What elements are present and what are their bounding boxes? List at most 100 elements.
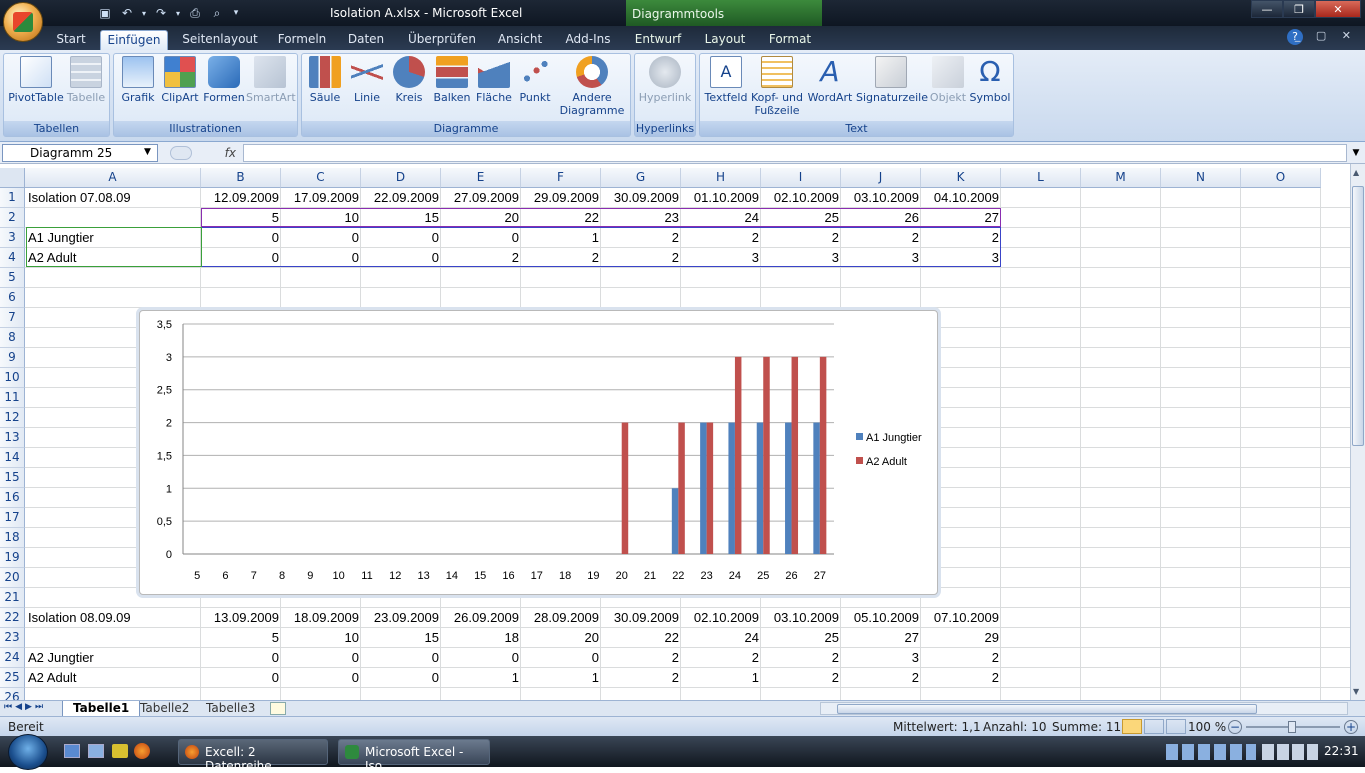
header-footer-button[interactable]: Kopf- und Fußzeile — [750, 56, 804, 117]
select-all-corner[interactable] — [0, 168, 25, 188]
sheet-tab-tabelle3[interactable]: Tabelle3 — [196, 701, 265, 717]
page-break-view-icon[interactable] — [1166, 719, 1186, 734]
cell-A25[interactable]: A2 Adult — [25, 668, 201, 688]
row-header-24[interactable]: 24 — [0, 648, 25, 668]
customize-qat-icon[interactable]: ▾ — [230, 5, 242, 22]
tray-status-icons[interactable] — [1262, 744, 1318, 760]
tab-formeln[interactable]: Formeln — [272, 30, 332, 50]
cell-I24[interactable]: 2 — [761, 648, 841, 668]
cell-K22[interactable]: 07.10.2009 — [921, 608, 1001, 628]
redo-icon[interactable]: ↷ — [152, 5, 170, 22]
cell-K24[interactable]: 2 — [921, 648, 1001, 668]
cell-E23[interactable]: 18 — [441, 628, 521, 648]
quicklaunch-icon[interactable] — [112, 744, 128, 758]
cell-B22[interactable]: 13.09.2009 — [201, 608, 281, 628]
row-header-15[interactable]: 15 — [0, 468, 25, 488]
column-header-N[interactable]: N — [1161, 168, 1241, 188]
cell-B23[interactable]: 5 — [201, 628, 281, 648]
row-header-19[interactable]: 19 — [0, 548, 25, 568]
cell-K25[interactable]: 2 — [921, 668, 1001, 688]
zoom-level[interactable]: 100 % — [1188, 720, 1226, 734]
start-button[interactable] — [8, 734, 48, 770]
page-layout-view-icon[interactable] — [1144, 719, 1164, 734]
cell-C23[interactable]: 10 — [281, 628, 361, 648]
row-header-9[interactable]: 9 — [0, 348, 25, 368]
show-desktop-icon[interactable] — [64, 744, 80, 758]
row-header-20[interactable]: 20 — [0, 568, 25, 588]
cell-D22[interactable]: 23.09.2009 — [361, 608, 441, 628]
chart-area[interactable]: 0 0,5 1 1,5 2 2,5 3 3,5 5 6 7 8 9 10 11 12 13 14 15 16 17 18 1… — [139, 310, 938, 595]
cell-E1[interactable]: 27.09.2009 — [441, 188, 521, 208]
signature-button[interactable]: Signaturzeile — [856, 56, 928, 104]
cell-G25[interactable]: 2 — [601, 668, 681, 688]
cell-C25[interactable]: 0 — [281, 668, 361, 688]
name-box[interactable]: Diagramm 25 — [2, 144, 158, 162]
clipart-button[interactable]: ClipArt — [160, 56, 200, 104]
print-icon[interactable]: ⎙ — [186, 5, 204, 22]
tab-einfuegen[interactable]: Einfügen — [100, 30, 168, 50]
wordart-button[interactable]: A WordArt — [806, 56, 854, 105]
row-header-16[interactable]: 16 — [0, 488, 25, 508]
cell-I25[interactable]: 2 — [761, 668, 841, 688]
cell-H23[interactable]: 24 — [681, 628, 761, 648]
cell-D23[interactable]: 15 — [361, 628, 441, 648]
sheet-tab-tabelle2[interactable]: Tabelle2 — [130, 701, 199, 717]
column-header-C[interactable]: C — [281, 168, 361, 188]
column-header-J[interactable]: J — [841, 168, 921, 188]
cell-A22[interactable]: Isolation 08.09.09 — [25, 608, 201, 628]
cell-D1[interactable]: 22.09.2009 — [361, 188, 441, 208]
row-header-5[interactable]: 5 — [0, 268, 25, 288]
table-button[interactable]: Tabelle — [64, 56, 108, 104]
column-header-A[interactable]: A — [25, 168, 201, 188]
normal-view-icon[interactable] — [1122, 719, 1142, 734]
minimize-button[interactable]: — — [1251, 0, 1283, 18]
cell-J25[interactable]: 2 — [841, 668, 921, 688]
cell-C22[interactable]: 18.09.2009 — [281, 608, 361, 628]
cell-G24[interactable]: 2 — [601, 648, 681, 668]
tab-ansicht[interactable]: Ansicht — [492, 30, 548, 50]
cell-C1[interactable]: 17.09.2009 — [281, 188, 361, 208]
vertical-scroll-thumb[interactable] — [1352, 186, 1364, 446]
insert-sheet-icon[interactable] — [270, 702, 286, 715]
cell-F22[interactable]: 28.09.2009 — [521, 608, 601, 628]
column-header-I[interactable]: I — [761, 168, 841, 188]
cell-J22[interactable]: 05.10.2009 — [841, 608, 921, 628]
workbook-window-controls[interactable]: _ ▢ ✕ — [1295, 29, 1357, 42]
shapes-button[interactable]: Formen — [202, 56, 246, 104]
row-header-10[interactable]: 10 — [0, 368, 25, 388]
horizontal-scroll-thumb[interactable] — [837, 704, 1257, 714]
tab-format[interactable]: Format — [762, 30, 818, 50]
cell-E25[interactable]: 1 — [441, 668, 521, 688]
bar-chart-button[interactable]: Balken — [432, 56, 472, 104]
other-charts-button[interactable]: Andere Diagramme — [556, 56, 628, 117]
undo-icon[interactable]: ↶ — [118, 5, 136, 22]
row-header-7[interactable]: 7 — [0, 308, 25, 328]
scatter-chart-button[interactable]: Punkt — [516, 56, 554, 104]
taskbar-clock[interactable]: 22:31 — [1324, 744, 1359, 758]
system-tray-icons[interactable] — [1166, 744, 1256, 760]
column-header-K[interactable]: K — [921, 168, 1001, 188]
zoom-in-icon[interactable]: + — [1344, 720, 1358, 734]
row-header-13[interactable]: 13 — [0, 428, 25, 448]
row-header-12[interactable]: 12 — [0, 408, 25, 428]
cell-F24[interactable]: 0 — [521, 648, 601, 668]
cell-J23[interactable]: 27 — [841, 628, 921, 648]
column-header-O[interactable]: O — [1241, 168, 1321, 188]
name-box-dropdown-icon[interactable]: ▼ — [144, 147, 151, 157]
cell-B1[interactable]: 12.09.2009 — [201, 188, 281, 208]
tab-layout[interactable]: Layout — [696, 30, 754, 50]
undo-dropdown-icon[interactable]: ▾ — [140, 5, 148, 22]
maximize-button[interactable]: ❐ — [1283, 0, 1315, 18]
hyperlink-button[interactable]: Hyperlink — [637, 56, 693, 104]
picture-button[interactable]: Grafik — [118, 56, 158, 104]
line-chart-button[interactable]: Linie — [348, 56, 386, 104]
object-button[interactable]: Objekt — [928, 56, 968, 104]
textbox-button[interactable]: A Textfeld — [704, 56, 748, 104]
cell-G22[interactable]: 30.09.2009 — [601, 608, 681, 628]
firefox-icon[interactable] — [134, 743, 150, 759]
cell-E22[interactable]: 26.09.2009 — [441, 608, 521, 628]
scroll-up-icon[interactable]: ▲ — [1353, 168, 1359, 177]
cell-D24[interactable]: 0 — [361, 648, 441, 668]
column-header-M[interactable]: M — [1081, 168, 1161, 188]
vertical-scrollbar[interactable]: ▲ ▼ — [1350, 164, 1365, 700]
